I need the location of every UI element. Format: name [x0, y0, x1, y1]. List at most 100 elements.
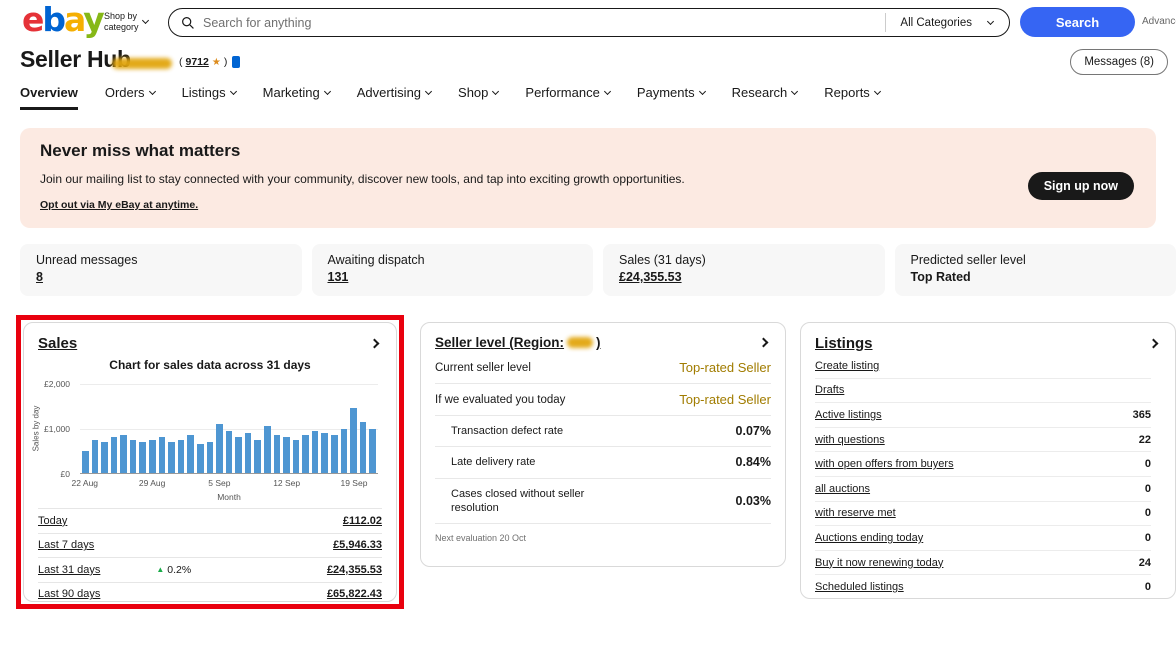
chart-bar — [111, 437, 118, 473]
y-tick-label: £0 — [61, 469, 70, 479]
listing-link[interactable]: Scheduled listings — [815, 581, 904, 593]
categories-dropdown[interactable]: All Categories — [886, 17, 1009, 29]
metric-value: 0.03% — [736, 494, 771, 508]
metric-value: Top-rated Seller — [679, 360, 771, 375]
listing-count: 0 — [1145, 483, 1151, 495]
opt-out-link[interactable]: Opt out via My eBay at anytime. — [40, 199, 198, 211]
chart-bar — [283, 437, 290, 473]
chart-bar — [369, 429, 376, 474]
sales-period-link[interactable]: Last 31 days — [38, 564, 100, 576]
sales-chart: Sales by day £2,000£1,000£0 22 Aug29 Aug… — [24, 378, 396, 506]
listing-row-buy-it-now-renewing-today: Buy it now renewing today24 — [815, 551, 1151, 576]
chart-bar — [341, 429, 348, 474]
stat-card-predicted-seller-level: Predicted seller level Top Rated — [895, 244, 1176, 296]
shop-by-category-menu[interactable]: Shop by category — [104, 11, 148, 33]
feedback-score-link[interactable]: 9712 — [186, 56, 209, 68]
stat-value-link[interactable]: 8 — [36, 270, 43, 284]
chevron-down-icon — [425, 88, 432, 95]
nav-item-shop[interactable]: Shop — [458, 85, 498, 110]
sales-summary-row: Last 31 days ▲0.2% £24,355.53 — [38, 557, 382, 582]
sales-summary-rows: Today £112.02 Last 7 days £5,946.33 Last 31 … — [38, 508, 382, 606]
nav-item-payments[interactable]: Payments — [637, 85, 705, 110]
sales-period-link[interactable]: Last 90 days — [38, 588, 100, 600]
sales-amount-link[interactable]: £5,946.33 — [333, 539, 382, 551]
logo-letter-y: y — [83, 0, 103, 39]
nav-item-advertising[interactable]: Advertising — [357, 85, 431, 110]
chart-bar — [245, 433, 252, 473]
metric-value: 0.84% — [736, 455, 771, 469]
nav-item-listings[interactable]: Listings — [182, 85, 236, 110]
chart-bar — [130, 440, 137, 473]
feedback-score: ( 9712 ★ ) — [179, 56, 240, 68]
chevron-down-icon — [699, 88, 706, 95]
advanced-search-link[interactable]: Advanced — [1142, 16, 1176, 27]
nav-item-orders[interactable]: Orders — [105, 85, 155, 110]
listing-link[interactable]: with questions — [815, 434, 885, 446]
nav-item-research[interactable]: Research — [732, 85, 798, 110]
nav-item-label: Performance — [525, 85, 599, 100]
sales-summary-row: Last 90 days £65,822.43 — [38, 582, 382, 607]
nav-item-marketing[interactable]: Marketing — [263, 85, 330, 110]
nav-item-label: Overview — [20, 85, 78, 100]
listing-link[interactable]: all auctions — [815, 483, 870, 495]
nav-item-performance[interactable]: Performance — [525, 85, 609, 110]
seller-level-row-transaction-defect-rate: Transaction defect rate0.07% — [435, 416, 771, 447]
listings-panel-title[interactable]: Listings — [815, 335, 873, 352]
chart-bar — [331, 435, 338, 473]
chart-bar — [187, 435, 194, 473]
listing-link[interactable]: Drafts — [815, 384, 844, 396]
sales-period-link[interactable]: Last 7 days — [38, 539, 94, 551]
ebay-logo[interactable]: ebay — [22, 0, 103, 39]
listing-row-all-auctions: all auctions 0 — [815, 477, 1151, 502]
chart-bar — [120, 435, 127, 473]
stat-label: Predicted seller level — [911, 253, 1161, 267]
chart-bar — [168, 442, 175, 473]
stat-card-awaiting-dispatch: Awaiting dispatch131 — [312, 244, 594, 296]
chart-bar — [149, 440, 156, 473]
listing-link[interactable]: Active listings — [815, 409, 882, 421]
chart-title: Chart for sales data across 31 days — [24, 358, 396, 372]
stat-card-sales-31-days: Sales (31 days)£24,355.53 — [603, 244, 885, 296]
messages-button[interactable]: Messages (8) — [1070, 49, 1168, 75]
sales-summary-row: Today £112.02 — [38, 508, 382, 533]
nav-item-label: Marketing — [263, 85, 320, 100]
listing-row-auctions-ending-today: Auctions ending today0 — [815, 526, 1151, 551]
feedback-close-paren: ) — [224, 56, 228, 68]
stat-value-link[interactable]: 131 — [328, 270, 349, 284]
search-input[interactable] — [195, 16, 885, 30]
stat-value-link[interactable]: £24,355.53 — [619, 270, 682, 284]
nav-item-overview[interactable]: Overview — [20, 85, 78, 110]
sales-panel-title[interactable]: Sales — [38, 335, 77, 352]
chevron-down-icon — [987, 18, 994, 25]
listing-row-active-listings: Active listings365 — [815, 403, 1151, 428]
sign-up-button[interactable]: Sign up now — [1028, 172, 1134, 200]
x-axis-label: Month — [80, 492, 378, 502]
metric-label: Cases closed without seller resolution — [451, 487, 606, 516]
search-button[interactable]: Search — [1020, 7, 1135, 37]
search-bar[interactable]: All Categories — [168, 8, 1010, 37]
listing-row-with-questions: with questions22 — [815, 428, 1151, 453]
chevron-right-icon[interactable] — [759, 338, 769, 348]
chevron-down-icon — [149, 88, 156, 95]
sales-amount-link[interactable]: £112.02 — [343, 515, 382, 527]
chevron-down-icon — [324, 88, 331, 95]
stat-value-link[interactable]: Top Rated — [911, 270, 971, 284]
listing-link[interactable]: with open offers from buyers — [815, 458, 954, 470]
sales-period-link[interactable]: Today — [38, 515, 67, 527]
chevron-right-icon[interactable] — [370, 339, 380, 349]
sales-trend: ▲0.2% — [156, 564, 191, 576]
nav-item-reports[interactable]: Reports — [824, 85, 880, 110]
sales-amount-link[interactable]: £24,355.53 — [327, 564, 382, 576]
listing-link[interactable]: with reserve met — [815, 507, 896, 519]
chevron-down-icon — [492, 88, 499, 95]
x-tick-label: 22 Aug — [72, 478, 98, 488]
chart-bar — [139, 442, 146, 473]
star-icon: ★ — [212, 57, 221, 68]
nav-item-label: Reports — [824, 85, 870, 100]
listing-link[interactable]: Create listing — [815, 360, 879, 372]
sales-amount-link[interactable]: £65,822.43 — [327, 588, 382, 600]
listing-link[interactable]: Auctions ending today — [815, 532, 923, 544]
chevron-right-icon[interactable] — [1149, 339, 1159, 349]
seller-level-panel-title[interactable]: Seller level (Region: ) — [435, 335, 601, 350]
listing-link[interactable]: Buy it now renewing today — [815, 557, 943, 569]
